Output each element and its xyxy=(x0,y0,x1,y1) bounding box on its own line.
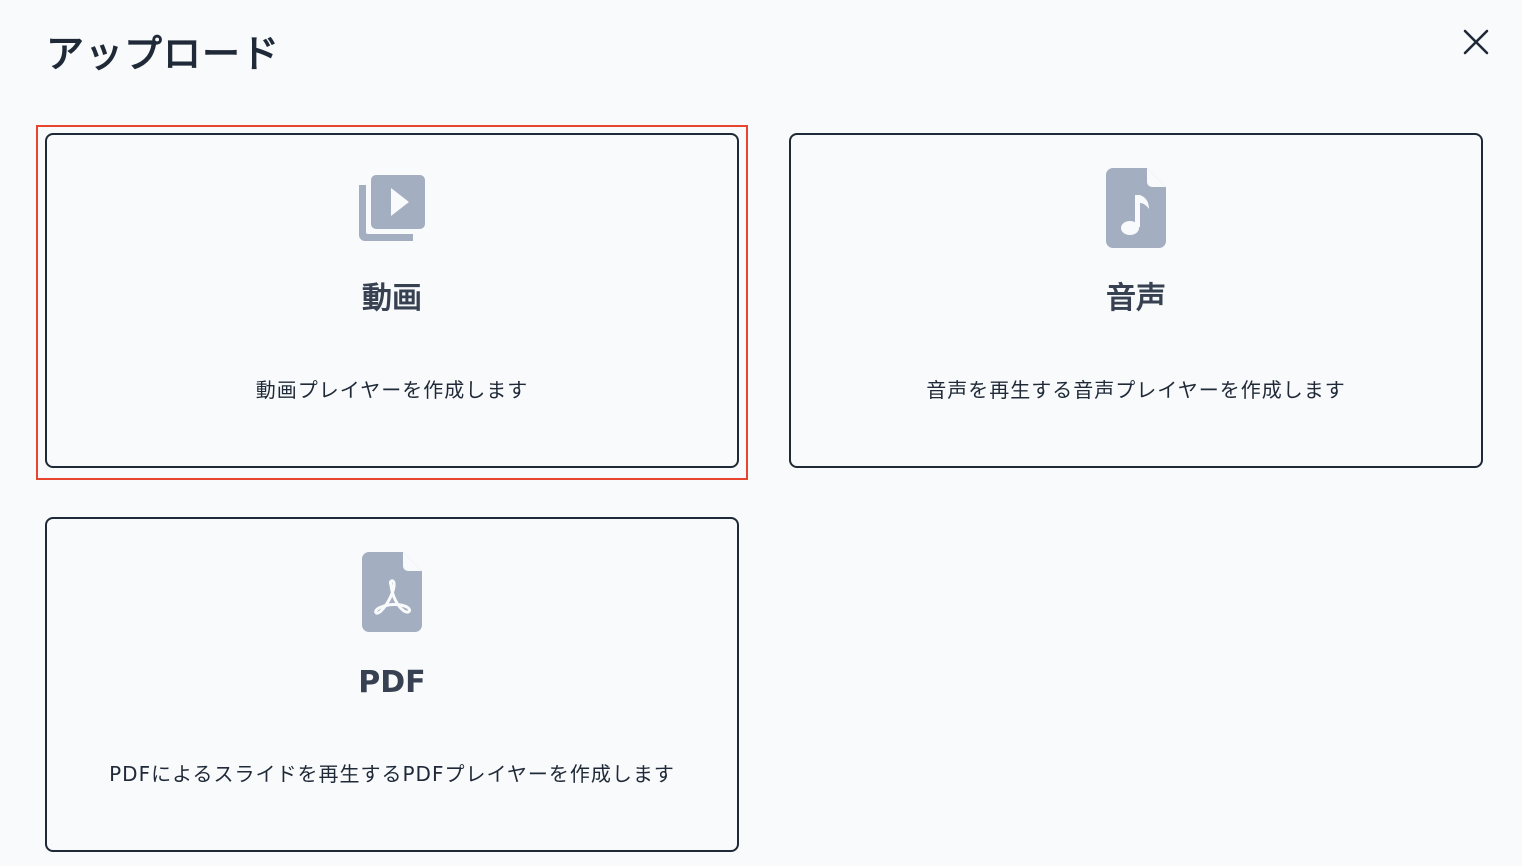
card-description: 音声を再生する音声プレイヤーを作成します xyxy=(926,378,1346,402)
audio-file-icon xyxy=(1105,167,1167,249)
card-title: 音声 xyxy=(1106,281,1166,316)
upload-option-pdf[interactable]: PDF PDFによるスライドを再生するPDFプレイヤーを作成します xyxy=(45,517,739,852)
close-button[interactable] xyxy=(1458,24,1494,60)
upload-option-video[interactable]: 動画 動画プレイヤーを作成します xyxy=(45,133,739,468)
video-library-icon xyxy=(357,173,427,243)
card-description: 動画プレイヤーを作成します xyxy=(255,378,529,402)
dialog-title: アップロード xyxy=(46,32,281,76)
pdf-file-icon xyxy=(361,551,423,633)
card-description: PDFによるスライドを再生するPDFプレイヤーを作成します xyxy=(109,762,675,786)
close-icon xyxy=(1458,24,1494,60)
card-title: PDF xyxy=(358,665,426,700)
upload-dialog: アップロード 動画 動画プレイヤーを作成します 音声 音声を再生する音声プレイヤ… xyxy=(0,0,1522,866)
card-title: 動画 xyxy=(362,281,422,316)
upload-option-audio[interactable]: 音声 音声を再生する音声プレイヤーを作成します xyxy=(789,133,1483,468)
